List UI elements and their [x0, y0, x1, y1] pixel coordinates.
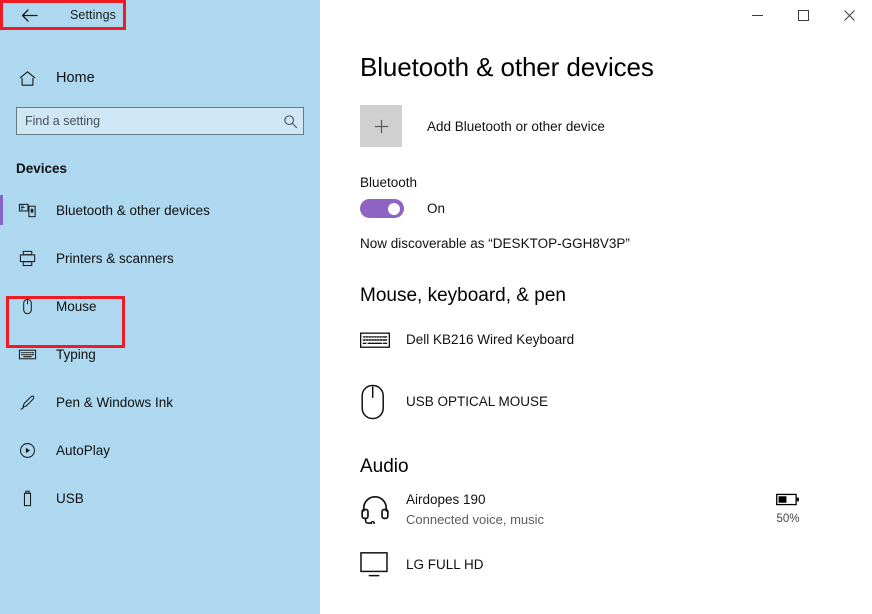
plus-icon [360, 105, 402, 147]
back-arrow-icon[interactable] [18, 4, 40, 26]
main-content: Bluetooth & other devices Add Bluetooth … [320, 0, 872, 614]
battery-percent: 50% [776, 513, 800, 525]
usb-icon [16, 487, 38, 509]
toggle-knob [388, 202, 400, 215]
device-text: USB OPTICAL MOUSE [406, 393, 548, 411]
sidebar-item-home-label: Home [56, 70, 95, 86]
sidebar-nav: Bluetooth & other devices Printers & sca… [0, 186, 320, 522]
sidebar-item-home[interactable]: Home [0, 58, 320, 98]
sidebar-item-pen-windows-ink[interactable]: Pen & Windows Ink [0, 378, 320, 426]
sidebar-item-label: Mouse [56, 298, 97, 314]
device-text: LG FULL HD [406, 556, 484, 574]
sidebar-item-bluetooth-other-devices[interactable]: Bluetooth & other devices [0, 186, 320, 234]
keyboard-icon [360, 330, 400, 350]
page-title: Bluetooth & other devices [360, 52, 654, 82]
list-item[interactable]: USB OPTICAL MOUSE [360, 382, 872, 422]
sidebar: Settings Home Devices [0, 0, 320, 614]
device-text: Dell KB216 Wired Keyboard [406, 331, 574, 349]
sidebar-item-label: USB [56, 490, 84, 506]
home-icon [16, 67, 38, 89]
search-icon[interactable] [277, 114, 303, 129]
battery-indicator: 50% [776, 493, 800, 525]
sidebar-item-label: Printers & scanners [56, 250, 174, 266]
device-status: Connected voice, music [406, 511, 545, 527]
add-device-button[interactable]: Add Bluetooth or other device [360, 105, 872, 147]
printer-icon [16, 247, 38, 269]
sidebar-item-typing[interactable]: Typing [0, 330, 320, 378]
add-device-label: Add Bluetooth or other device [427, 118, 605, 134]
autoplay-icon [16, 439, 38, 461]
mouse-icon [360, 384, 400, 420]
pen-icon [16, 391, 38, 413]
discoverable-text: Now discoverable as “DESKTOP-GGH8V3P” [360, 236, 630, 251]
keyboard-icon [16, 343, 38, 365]
device-name: Airdopes 190 [406, 491, 486, 507]
sidebar-item-label: AutoPlay [56, 442, 111, 458]
sidebar-titlebar: Settings [0, 0, 320, 30]
sidebar-item-label: Pen & Windows Ink [56, 394, 174, 410]
group-heading-input: Mouse, keyboard, & pen [360, 285, 566, 306]
search-input[interactable] [17, 108, 277, 134]
app-title: Settings [70, 8, 116, 22]
selection-indicator [0, 195, 3, 225]
search-box[interactable] [16, 107, 304, 135]
battery-icon [776, 493, 800, 510]
sidebar-item-printers-scanners[interactable]: Printers & scanners [0, 234, 320, 282]
close-button[interactable] [826, 0, 872, 30]
monitor-icon [360, 552, 400, 578]
device-name: USB OPTICAL MOUSE [406, 394, 549, 409]
headset-icon [360, 494, 400, 524]
sidebar-item-usb[interactable]: USB [0, 474, 320, 522]
device-name: LG FULL HD [406, 557, 484, 572]
window-controls [320, 0, 872, 30]
sidebar-item-label: Bluetooth & other devices [56, 202, 210, 218]
sidebar-item-label: Typing [56, 346, 96, 362]
list-item[interactable]: LG FULL HD [360, 545, 872, 585]
bluetooth-toggle-row: On [360, 199, 872, 218]
device-name: Dell KB216 Wired Keyboard [406, 332, 575, 347]
sidebar-item-mouse[interactable]: Mouse [0, 282, 320, 330]
sidebar-item-autoplay[interactable]: AutoPlay [0, 426, 320, 474]
bluetooth-toggle-state: On [427, 201, 446, 216]
list-item[interactable]: Airdopes 190 Connected voice, music 50% [360, 489, 872, 529]
mouse-icon [16, 295, 38, 317]
sidebar-section-title: Devices [16, 161, 68, 176]
group-heading-audio: Audio [360, 456, 409, 477]
bluetooth-devices-icon [16, 199, 38, 221]
bluetooth-toggle[interactable] [360, 199, 404, 218]
list-item[interactable]: Dell KB216 Wired Keyboard [360, 320, 872, 360]
minimize-button[interactable] [734, 0, 780, 30]
maximize-button[interactable] [780, 0, 826, 30]
device-text: Airdopes 190 Connected voice, music [406, 491, 544, 528]
bluetooth-label: Bluetooth [360, 175, 418, 190]
settings-window: Settings Home Devices [0, 0, 872, 614]
